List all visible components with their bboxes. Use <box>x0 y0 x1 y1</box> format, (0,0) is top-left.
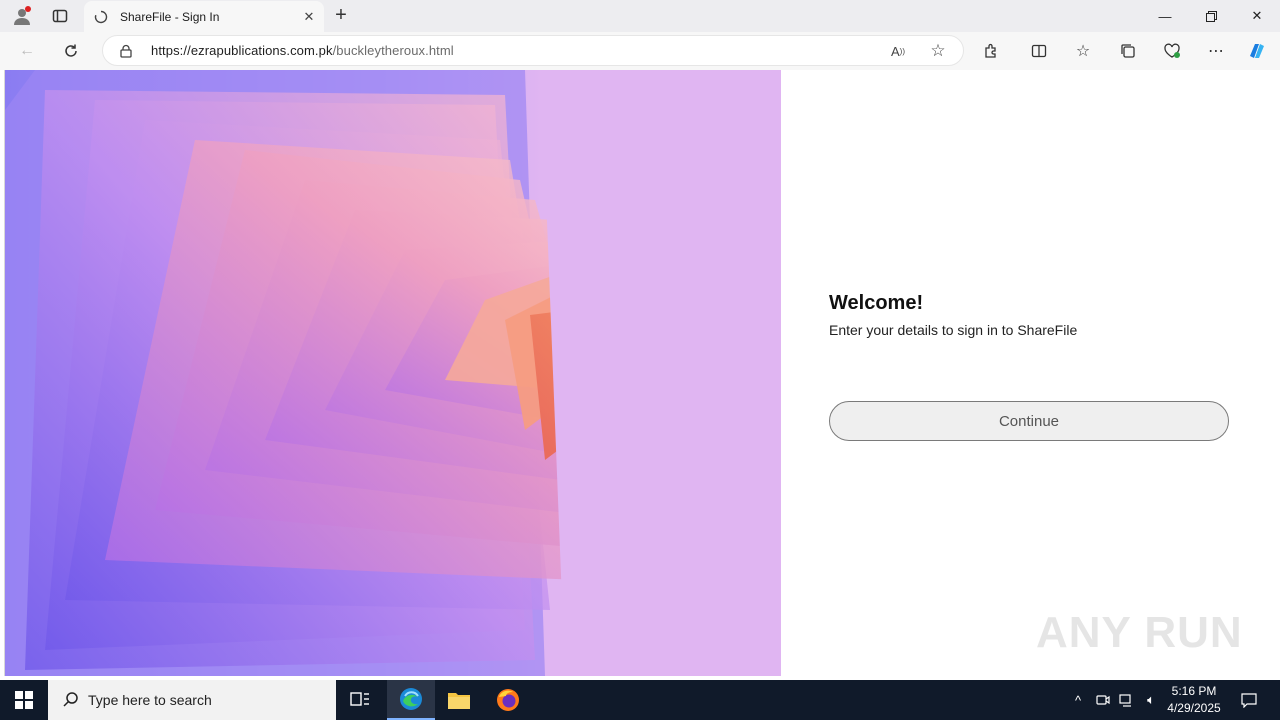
new-tab-icon[interactable]: + <box>330 4 352 26</box>
url-path: /buckleytheroux.html <box>332 43 454 58</box>
tab-actions-icon[interactable] <box>48 4 72 28</box>
firefox-icon[interactable] <box>484 680 532 720</box>
abstract-layers-illustration <box>5 70 781 676</box>
extensions-icon[interactable] <box>978 38 1004 64</box>
file-explorer-icon[interactable] <box>435 680 483 720</box>
address-bar[interactable]: https://ezrapublications.com.pk/buckleyt… <box>102 35 964 66</box>
tab-close-icon[interactable]: ✕ <box>298 6 320 28</box>
browser-navbar: ← https://ezrapublications.com.pk/buckle… <box>0 32 1280 70</box>
restore-icon[interactable] <box>1188 0 1234 32</box>
page-viewport: Welcome! Enter your details to sign in t… <box>4 70 1277 676</box>
url-text: https://ezrapublications.com.pk/buckleyt… <box>151 43 454 58</box>
copilot-icon[interactable] <box>1244 38 1270 64</box>
favorite-star-icon[interactable]: ☆ <box>927 40 949 62</box>
active-tab[interactable]: ShareFile - Sign In ✕ <box>84 1 324 32</box>
clock-date: 4/29/2025 <box>1167 701 1221 715</box>
taskbar-search-box[interactable]: Type here to search <box>48 680 336 720</box>
search-icon <box>63 692 78 707</box>
edge-taskbar-icon[interactable] <box>387 680 435 720</box>
welcome-heading: Welcome! <box>829 292 924 314</box>
browser-titlebar: ShareFile - Sign In ✕ + — ✕ <box>0 0 1280 32</box>
collections-icon[interactable] <box>1115 38 1141 64</box>
lock-icon[interactable] <box>119 44 133 58</box>
meet-now-icon[interactable] <box>1092 680 1114 720</box>
close-window-icon[interactable]: ✕ <box>1234 0 1280 32</box>
anyrun-watermark: ANY RUN <box>1036 608 1243 658</box>
sign-in-panel: Welcome! Enter your details to sign in t… <box>781 70 1277 676</box>
refresh-icon[interactable] <box>58 38 84 64</box>
windows-taskbar: Type here to search ^ 🔈︎ 5:16 PM 4/29/20… <box>0 680 1280 720</box>
search-placeholder: Type here to search <box>88 692 212 708</box>
continue-button[interactable]: Continue <box>829 401 1229 441</box>
clock-time: 5:16 PM <box>1171 684 1217 698</box>
windows-start-icon[interactable] <box>0 680 48 720</box>
network-icon[interactable] <box>1116 680 1138 720</box>
profile-icon[interactable] <box>10 4 34 28</box>
back-icon[interactable]: ← <box>14 38 40 64</box>
hero-image <box>5 70 781 676</box>
task-view-icon[interactable] <box>336 680 384 720</box>
split-screen-icon[interactable] <box>1026 38 1052 64</box>
sign-in-subtitle: Enter your details to sign in to ShareFi… <box>829 322 1078 338</box>
taskbar-clock[interactable]: 5:16 PM 4/29/2025 <box>1158 683 1230 717</box>
url-host: https://ezrapublications.com.pk <box>151 43 333 58</box>
read-aloud-icon[interactable]: A)) <box>887 40 909 62</box>
watermark-text: ANY RUN <box>1036 608 1243 657</box>
notifications-icon[interactable] <box>1234 680 1264 720</box>
loading-spinner-icon <box>94 10 108 23</box>
more-menu-icon[interactable]: ⋯ <box>1203 38 1229 64</box>
tab-title: ShareFile - Sign In <box>120 9 220 24</box>
tray-overflow-icon[interactable]: ^ <box>1068 680 1088 720</box>
minimize-icon[interactable]: — <box>1142 0 1188 32</box>
favorites-icon[interactable]: ☆ <box>1070 38 1096 64</box>
browser-essentials-icon[interactable] <box>1159 38 1185 64</box>
